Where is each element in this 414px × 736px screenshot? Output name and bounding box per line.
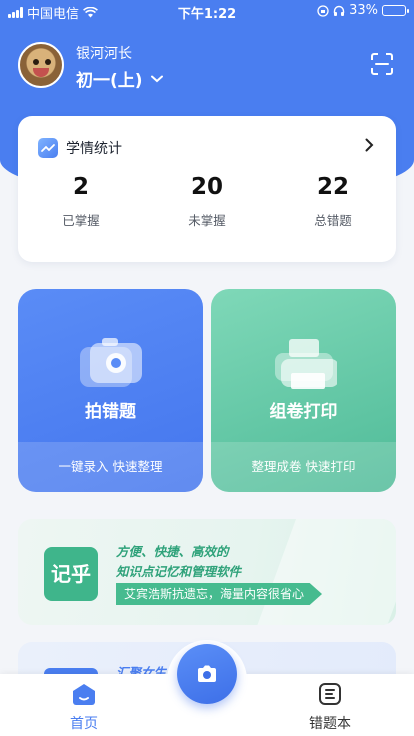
avatar-mouth	[33, 68, 49, 77]
banner-tag: 艾宾浩斯抗遗忘，海量内容很省心	[116, 583, 323, 605]
camera-icon	[198, 665, 216, 682]
banner-headline-2: 知识点记忆和管理软件	[116, 564, 242, 579]
status-bar: 中国电信 下午1:22 33%	[0, 0, 414, 22]
tile-subtitle: 整理成卷 快速打印	[211, 442, 396, 492]
chevron-right-icon[interactable]	[365, 138, 374, 152]
headphones-icon	[333, 5, 345, 16]
camera-fab[interactable]	[177, 644, 237, 704]
stat-mastered[interactable]: 2 已掌握	[18, 174, 144, 229]
tab-label: 错题本	[309, 716, 351, 732]
stats-card[interactable]: 学情统计 2 已掌握 20 未掌握 22 总错题	[18, 116, 396, 262]
avatar-eye	[45, 59, 51, 65]
username: 银河河长	[76, 46, 132, 62]
home-icon	[73, 684, 95, 705]
lock-rotation-icon	[317, 4, 329, 17]
stats-title: 学情统计	[66, 141, 122, 157]
chart-icon	[38, 138, 58, 158]
stat-total[interactable]: 22 总错题	[270, 174, 396, 229]
stat-unmastered[interactable]: 20 未掌握	[144, 174, 270, 229]
stat-value: 22	[316, 174, 349, 200]
tab-home[interactable]: 首页	[34, 682, 134, 733]
tile-title: 拍错题	[85, 402, 136, 422]
tile-title: 组卷打印	[269, 402, 338, 422]
avatar[interactable]	[18, 42, 64, 88]
banner-decoration	[248, 519, 396, 625]
stat-value: 2	[72, 174, 89, 200]
printer-icon	[274, 339, 337, 389]
jihu-promo-banner[interactable]: 记乎 方便、快捷、高效的 知识点记忆和管理软件 艾宾浩斯抗遗忘，海量内容很省心	[18, 519, 396, 625]
grade-label: 初一(上)	[76, 71, 143, 91]
battery-icon	[382, 5, 409, 16]
notebook-icon	[319, 683, 341, 705]
jihu-logo: 记乎	[44, 547, 98, 601]
capture-mistake-tile[interactable]: 拍错题 一键录入 快速整理	[18, 289, 203, 492]
chevron-down-icon	[150, 75, 163, 82]
grade-selector[interactable]: 初一(上)	[76, 66, 163, 91]
stat-label: 总错题	[314, 213, 352, 228]
scan-icon[interactable]	[370, 52, 394, 76]
stat-value: 20	[190, 174, 223, 200]
avatar-eye	[33, 59, 39, 65]
banner-headline: 方便、快捷、高效的	[116, 544, 229, 559]
stat-label: 已掌握	[62, 213, 100, 228]
camera-icon	[79, 338, 142, 387]
tile-subtitle: 一键录入 快速整理	[18, 442, 203, 492]
battery-percent: 33%	[349, 3, 378, 18]
print-paper-tile[interactable]: 组卷打印 整理成卷 快速打印	[211, 289, 396, 492]
tab-label: 首页	[70, 716, 98, 732]
tab-mistake-book[interactable]: 错题本	[280, 682, 380, 733]
stat-label: 未掌握	[188, 213, 226, 228]
